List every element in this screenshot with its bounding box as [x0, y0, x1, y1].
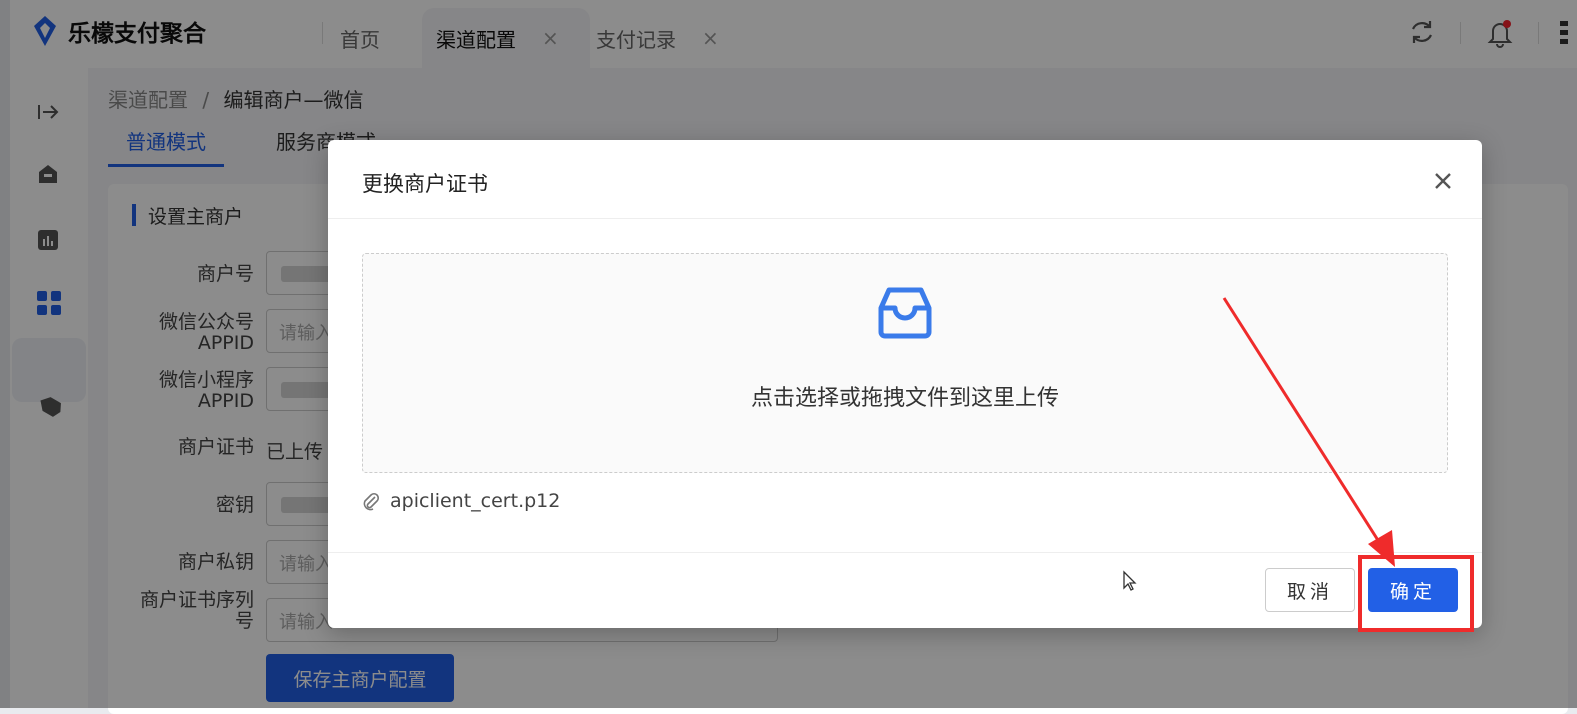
arrow-line: [1222, 297, 1383, 546]
annotation-arrow: [1222, 297, 1395, 567]
cursor-icon: [1123, 570, 1137, 591]
annotation-highlight-box: [1358, 555, 1474, 632]
